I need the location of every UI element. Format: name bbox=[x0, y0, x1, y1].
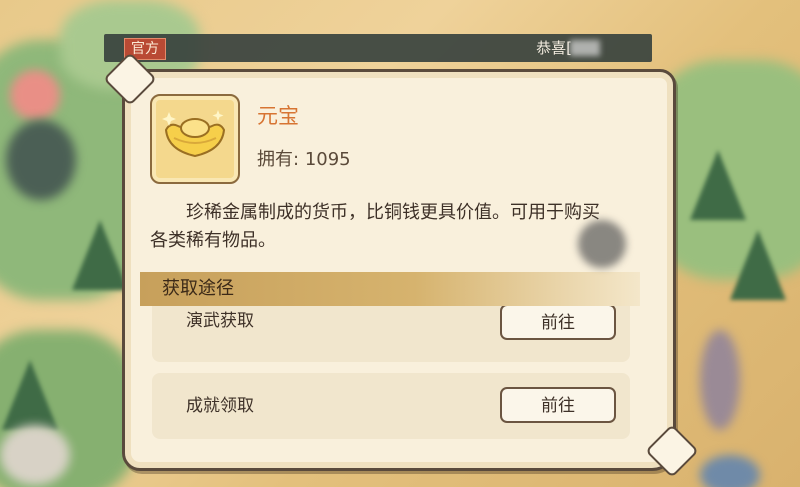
announcement-bar: 官方 恭喜[ bbox=[104, 34, 652, 62]
item-description: 珍稀金属制成的货币，比铜钱更具价值。可用于购买各类稀有物品。 bbox=[150, 202, 600, 251]
acquisition-section-header: 获取途径 bbox=[140, 272, 640, 306]
owned-count: 1095 bbox=[304, 149, 351, 170]
owned-count-row: 拥有: 1095 bbox=[257, 148, 351, 172]
source-label: 成就领取 bbox=[186, 396, 254, 416]
screen-smudge bbox=[578, 220, 626, 268]
gold-ingot-icon bbox=[162, 110, 226, 158]
section-title: 获取途径 bbox=[162, 278, 234, 299]
item-icon-frame bbox=[150, 94, 240, 184]
source-row: 演武获取 前往 bbox=[152, 306, 630, 362]
goto-button[interactable]: 前往 bbox=[500, 306, 616, 340]
source-row: 成就领取 前往 bbox=[152, 373, 630, 439]
goto-button[interactable]: 前往 bbox=[500, 387, 616, 423]
censored-name bbox=[570, 40, 600, 56]
owned-label: 拥有: bbox=[257, 149, 300, 170]
source-label: 演武获取 bbox=[186, 311, 254, 331]
item-name: 元宝 bbox=[257, 104, 299, 128]
announcement-text: 恭喜[ bbox=[536, 39, 572, 57]
source-list-viewport[interactable]: 演武获取 前往 bbox=[152, 306, 630, 362]
